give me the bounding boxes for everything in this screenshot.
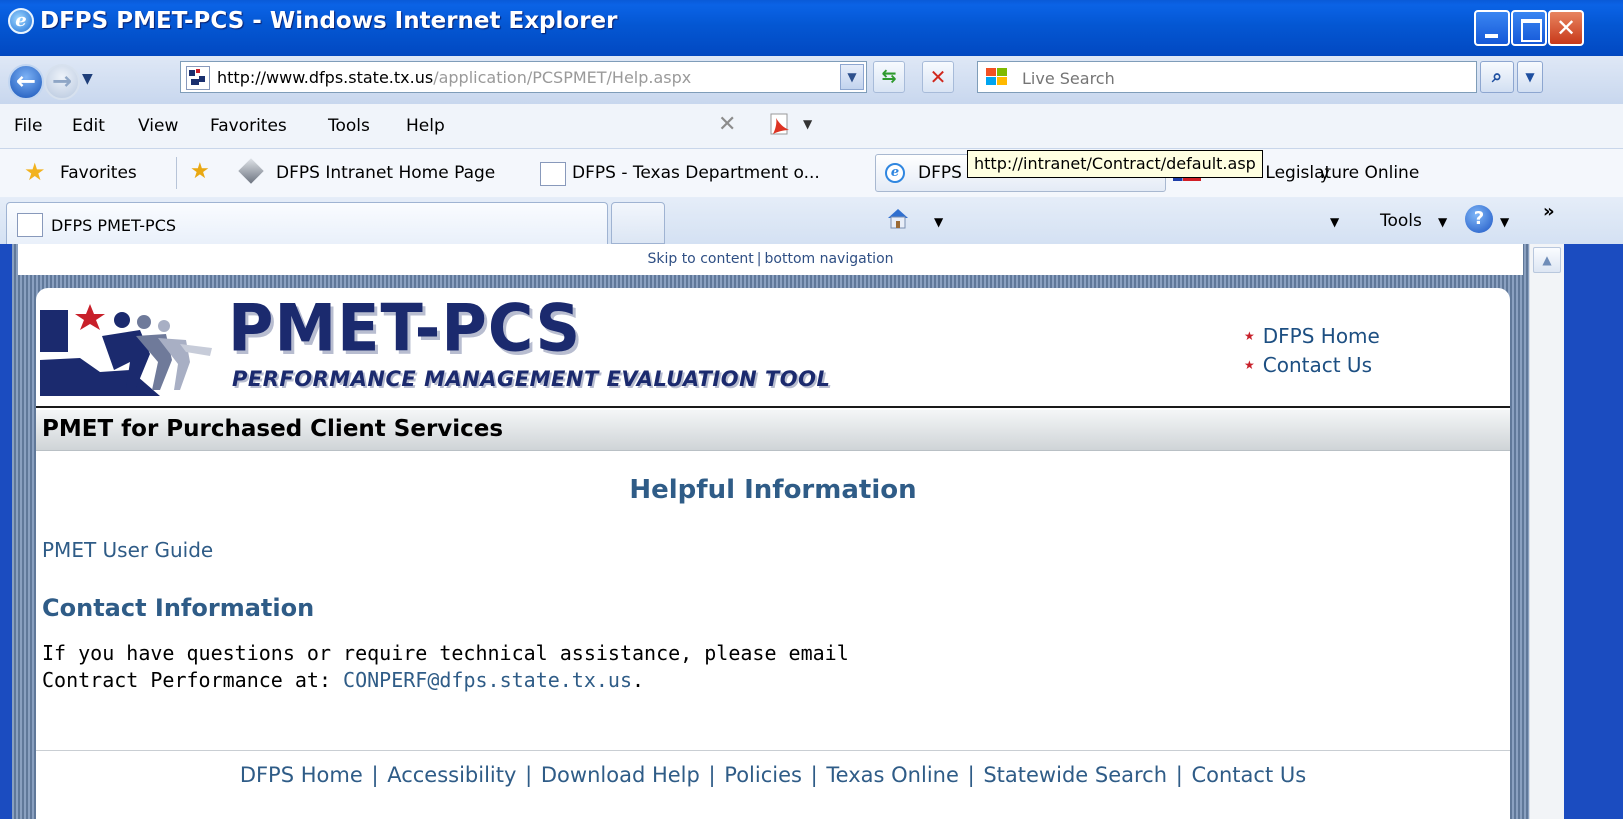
close-icon: ✕ (1555, 14, 1577, 42)
footer-link-policies[interactable]: Policies (724, 763, 802, 787)
page-viewport: Skip to content | bottom navigation PMET… (12, 244, 1529, 819)
tab-dfps-pmet-pcs[interactable]: DFPS PMET-PCS (6, 202, 608, 244)
dfps-tab-icon (17, 213, 43, 237)
menu-help[interactable]: Help (406, 116, 445, 136)
ie-logo-icon: e (8, 8, 34, 34)
favorites-bar: ★ Favorites ★ DFPS Intranet Home Page DF… (0, 149, 1623, 198)
search-input[interactable] (1020, 66, 1464, 90)
address-dropdown-button[interactable]: ▼ (840, 64, 864, 90)
page-command-tail[interactable]: y (1320, 164, 1329, 183)
footer-link-contact-us[interactable]: Contact Us (1191, 763, 1306, 787)
user-guide-link[interactable]: PMET User Guide (42, 538, 213, 562)
top-link-dfps-home[interactable]: ★ DFPS Home (1244, 322, 1380, 351)
tools-dropdown-icon[interactable]: ▼ (1438, 215, 1447, 229)
bullet-star-icon: ★ (1244, 358, 1255, 372)
tab-label: DFPS PMET-PCS (51, 216, 177, 235)
menu-view[interactable]: View (138, 116, 178, 136)
footer-link-dfps-home[interactable]: DFPS Home (240, 763, 363, 787)
banner-divider (36, 406, 1510, 408)
recent-pages-dropdown[interactable]: ▼ (82, 71, 93, 87)
search-box[interactable] (977, 61, 1477, 93)
ie-page-icon: e (885, 163, 905, 183)
contact-email-link[interactable]: CONPERF@dfps.state.tx.us (343, 668, 632, 692)
logo-subtitle: PERFORMANCE MANAGEMENT EVALUATION TOOL (232, 367, 831, 391)
page-content: PMET-PCS PERFORMANCE MANAGEMENT EVALUATI… (36, 288, 1510, 819)
minimize-button[interactable] (1474, 10, 1510, 46)
contact-paragraph: If you have questions or require technic… (42, 640, 849, 694)
footer-divider (36, 750, 1510, 751)
scroll-up-button[interactable]: ▲ (1533, 247, 1561, 273)
skip-to-content-link[interactable]: Skip to content (647, 251, 753, 267)
favorites-separator (176, 157, 177, 189)
tools-command[interactable]: Tools (1380, 211, 1422, 231)
logo-title: PMET-PCS (228, 289, 582, 367)
browser-chrome: ← → ▼ http://www.dfps.state.tx.us/applic… (0, 56, 1623, 244)
footer-navigation: DFPS Home | Accessibility | Download Hel… (239, 763, 1307, 787)
footer-link-statewide-search[interactable]: Statewide Search (983, 763, 1167, 787)
address-row: ← → ▼ http://www.dfps.state.tx.us/applic… (0, 56, 1623, 104)
link-tooltip: http://intranet/Contract/default.asp (967, 150, 1263, 178)
footer-link-texas-online[interactable]: Texas Online (826, 763, 958, 787)
contact-line-1: If you have questions or require technic… (42, 641, 849, 665)
pdf-dropdown-icon[interactable]: ▼ (803, 117, 812, 131)
live-search-icon (986, 68, 1007, 85)
fav-dfps-texas[interactable]: DFPS - Texas Department o... (572, 163, 820, 183)
new-tab-button[interactable] (611, 202, 665, 244)
window-right-edge (1564, 244, 1623, 819)
address-bar[interactable]: http://www.dfps.state.tx.us/application/… (180, 61, 867, 93)
pdf-convert-icon[interactable] (767, 112, 793, 138)
title-bar: e DFPS PMET-PCS - Windows Internet Explo… (0, 0, 1623, 62)
section-bar: PMET for Purchased Client Services (36, 410, 1510, 451)
footer-link-accessibility[interactable]: Accessibility (387, 763, 516, 787)
refresh-button[interactable]: ⇆ (873, 61, 905, 93)
top-links: ★ DFPS Home ★ Contact Us (1244, 322, 1380, 380)
back-button[interactable]: ← (8, 64, 44, 100)
section-title: PMET for Purchased Client Services (42, 416, 504, 442)
menu-favorites[interactable]: Favorites (210, 116, 287, 136)
url-path: /application/PCSPMET/Help.aspx (433, 68, 692, 87)
bullet-star-icon: ★ (1244, 329, 1255, 343)
tab-row: DFPS PMET-PCS ▼ ▼ Tools ▼ ? ▼ » (0, 197, 1623, 244)
chevron-more-icon[interactable]: » (1543, 201, 1555, 222)
search-options-dropdown[interactable]: ▼ (1517, 61, 1543, 93)
helpful-information-heading: Helpful Information (629, 475, 917, 505)
url-domain: http://www.dfps.state.tx.us (217, 68, 434, 87)
page-banner: PMET-PCS PERFORMANCE MANAGEMENT EVALUATI… (36, 288, 1510, 408)
close-button[interactable]: ✕ (1548, 10, 1584, 46)
intranet-page-icon (238, 158, 264, 184)
home-dropdown-icon[interactable]: ▼ (934, 215, 943, 229)
contact-information-heading: Contact Information (42, 594, 315, 622)
menu-edit[interactable]: Edit (72, 116, 105, 136)
add-to-favorites-icon[interactable]: ★ (190, 160, 210, 184)
menu-tools[interactable]: Tools (328, 116, 370, 136)
search-button[interactable]: ⌕ (1480, 61, 1514, 93)
dfps-favicon-icon (540, 162, 566, 186)
vertical-scrollbar[interactable]: ▲ (1529, 244, 1565, 819)
window-left-edge (0, 244, 12, 819)
favorites-button[interactable]: Favorites (60, 163, 137, 183)
help-icon[interactable]: ? (1465, 205, 1493, 233)
pmet-logo-emblem-icon (40, 300, 214, 396)
fav-dfps-intranet[interactable]: DFPS Intranet Home Page (276, 163, 495, 183)
skip-links: Skip to content | bottom navigation (18, 244, 1523, 275)
favorites-star-icon: ★ (24, 158, 46, 186)
top-link-contact-us[interactable]: ★ Contact Us (1244, 351, 1380, 380)
window-title: DFPS PMET-PCS - Windows Internet Explore… (40, 8, 618, 34)
stop-button[interactable]: ✕ (922, 61, 954, 93)
close-toolbar-icon[interactable]: ✕ (718, 112, 736, 137)
bottom-navigation-link[interactable]: bottom navigation (765, 251, 894, 267)
menu-file[interactable]: File (14, 116, 42, 136)
help-dropdown-icon[interactable]: ▼ (1500, 215, 1509, 229)
contact-line-2: Contract Performance at: CONPERF@dfps.st… (42, 668, 645, 692)
site-favicon-icon (186, 66, 210, 90)
home-icon[interactable] (885, 205, 911, 231)
footer-link-download-help[interactable]: Download Help (541, 763, 700, 787)
maximize-button[interactable] (1511, 10, 1547, 46)
menu-bar: File Edit View Favorites Tools Help ✕ ▼ (0, 104, 1623, 149)
forward-button[interactable]: → (44, 64, 80, 100)
page-dropdown-icon[interactable]: ▼ (1330, 215, 1339, 229)
